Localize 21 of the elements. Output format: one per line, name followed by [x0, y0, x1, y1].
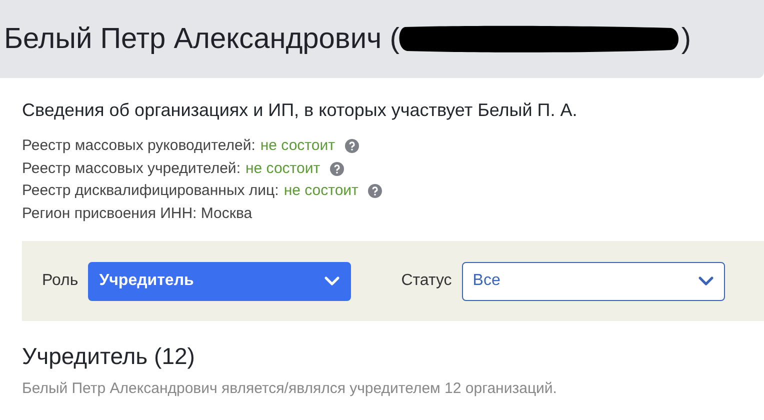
fact-label: Реестр массовых руководителей: — [22, 136, 256, 156]
section-subtitle: Сведения об организациях и ИП, в которых участвует Белый П. А. — [22, 100, 578, 121]
page-title-end: ) — [681, 22, 692, 56]
fact-value: не состоит — [260, 136, 335, 156]
dropdown-select[interactable]: Учредитель — [88, 262, 352, 300]
help-icon[interactable] — [330, 162, 344, 176]
dropdown-select[interactable]: Все — [462, 262, 725, 300]
filter-label: Статус — [401, 272, 452, 290]
page-title: Белый Петр Александрович ( — [4, 22, 400, 56]
section-title: Учредитель (12) — [22, 343, 196, 370]
chevron-down-icon — [324, 276, 340, 286]
fact-label: Регион присвоения ИНН: Москва — [22, 204, 252, 224]
chevron-down-icon — [698, 276, 714, 286]
fact-value: не состоит — [284, 181, 358, 201]
help-icon[interactable] — [368, 184, 382, 198]
section-note: Белый Петр Александрович является/являлся учредителем 12 организаций. — [22, 380, 558, 397]
fact-value: не состоит — [245, 158, 320, 178]
fact-label: Реестр массовых учредителей: — [22, 158, 240, 178]
help-icon[interactable] — [344, 139, 359, 154]
filter-label: Роль — [42, 272, 78, 290]
fact-label: Реестр дисквалифицированных лиц: — [22, 181, 279, 201]
